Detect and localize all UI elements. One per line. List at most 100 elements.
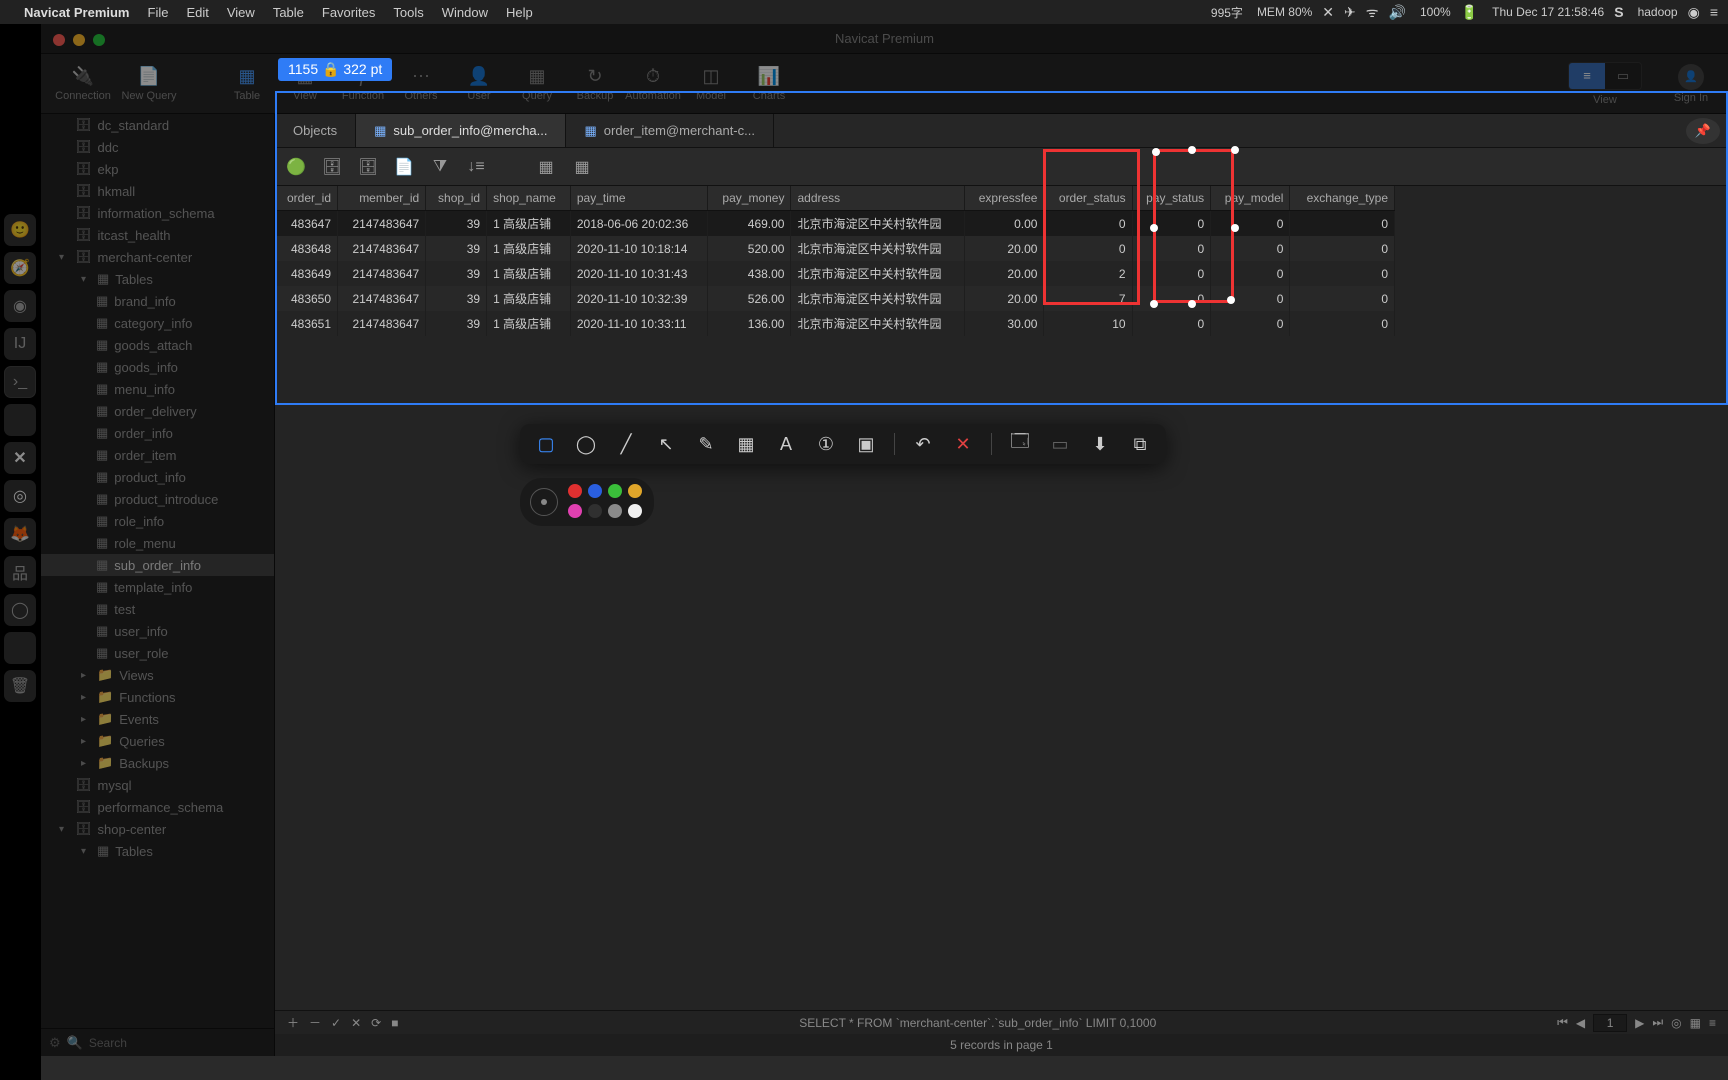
col-exchange_type[interactable]: exchange_type	[1290, 186, 1395, 211]
dock-trash[interactable]: 🗑	[4, 670, 36, 702]
cell-member_id[interactable]: 2147483647	[338, 311, 426, 336]
settings-icon[interactable]: ⚙	[49, 1035, 61, 1051]
dock-terminal[interactable]: ›_	[4, 366, 36, 398]
first-page-icon[interactable]: ⏮	[1557, 1015, 1568, 1030]
cell-address[interactable]: 北京市海淀区中关村软件园	[791, 311, 965, 336]
toolbar-backup[interactable]: ↻Backup	[569, 66, 621, 102]
view-list[interactable]: ≡	[1569, 63, 1605, 89]
dock-firefox[interactable]: 🦊	[4, 518, 36, 550]
cell-expressfee[interactable]: 20.00	[965, 236, 1044, 261]
toolbar-user[interactable]: 👤User	[453, 66, 505, 102]
sidebar-search[interactable]: ⚙ 🔍	[41, 1028, 274, 1056]
prev-page-icon[interactable]: ◀	[1576, 1016, 1585, 1030]
db-shop-center[interactable]: ▾🗄shop-center	[41, 818, 274, 840]
col-order_id[interactable]: order_id	[275, 186, 338, 211]
cell-order_id[interactable]: 483651	[275, 311, 338, 336]
db-itcast_health[interactable]: 🗄itcast_health	[41, 224, 274, 246]
cell-pay_model[interactable]: 0	[1211, 261, 1290, 286]
cell-exchange_type[interactable]: 0	[1290, 261, 1395, 286]
tool-pin-window[interactable]: 🗔	[1008, 432, 1032, 456]
table-role_info[interactable]: ▦role_info	[41, 510, 274, 532]
cell-expressfee[interactable]: 0.00	[965, 211, 1044, 237]
toolbar-model[interactable]: ◫Model	[685, 66, 737, 102]
tool-download[interactable]: ⬇	[1088, 432, 1112, 456]
app-name[interactable]: Navicat Premium	[24, 5, 130, 20]
cell-shop_id[interactable]: 39	[426, 236, 487, 261]
toolbar-automation[interactable]: ⏱Automation	[627, 66, 679, 102]
table-category_info[interactable]: ▦category_info	[41, 312, 274, 334]
cell-expressfee[interactable]: 20.00	[965, 286, 1044, 311]
cell-pay_money[interactable]: 469.00	[708, 211, 791, 237]
col-pay_status[interactable]: pay_status	[1132, 186, 1211, 211]
col-pay_time[interactable]: pay_time	[570, 186, 708, 211]
col-shop_name[interactable]: shop_name	[487, 186, 571, 211]
cell-expressfee[interactable]: 30.00	[965, 311, 1044, 336]
minimize-button[interactable]	[73, 34, 85, 46]
zoom-button[interactable]	[93, 34, 105, 46]
cell-exchange_type[interactable]: 0	[1290, 211, 1395, 237]
color-swatch[interactable]	[628, 484, 642, 498]
col-pay_model[interactable]: pay_model	[1211, 186, 1290, 211]
cell-order_status[interactable]: 2	[1044, 261, 1132, 286]
cell-pay_status[interactable]: 0	[1132, 311, 1211, 336]
toolbar-connection[interactable]: 🔌Connection	[53, 66, 113, 102]
color-swatch[interactable]	[628, 504, 642, 518]
tab-order-item[interactable]: ▦order_item@merchant-c...	[566, 114, 774, 147]
table-user_info[interactable]: ▦user_info	[41, 620, 274, 642]
table-row[interactable]: 4836502147483647391 高级店铺2020-11-10 10:32…	[275, 286, 1395, 311]
cell-shop_id[interactable]: 39	[426, 311, 487, 336]
filter-icon[interactable]: ⧩	[429, 156, 451, 178]
db-ddc[interactable]: 🗄ddc	[41, 136, 274, 158]
status-battery[interactable]: 100%	[1420, 5, 1451, 19]
menu-help[interactable]: Help	[506, 5, 533, 20]
cell-shop_id[interactable]: 39	[426, 286, 487, 311]
stop-icon[interactable]: ■	[391, 1016, 398, 1030]
cell-shop_id[interactable]: 39	[426, 261, 487, 286]
dock-intellij[interactable]: IJ	[4, 328, 36, 360]
view-segmented[interactable]: ≡ ▭	[1568, 62, 1642, 90]
next-page-icon[interactable]: ▶	[1635, 1016, 1644, 1030]
cell-order_id[interactable]: 483650	[275, 286, 338, 311]
db-mysql[interactable]: 🗄mysql	[41, 774, 274, 796]
folder-backups[interactable]: ▸📁Backups	[41, 752, 274, 774]
db-hkmall[interactable]: 🗄hkmall	[41, 180, 274, 202]
view-detail[interactable]: ▭	[1605, 63, 1641, 89]
apply-icon[interactable]: ✓	[331, 1016, 341, 1030]
cell-pay_status[interactable]: 0	[1132, 286, 1211, 311]
import-icon[interactable]: ▦	[535, 156, 557, 178]
cell-pay_money[interactable]: 526.00	[708, 286, 791, 311]
cell-pay_time[interactable]: 2020-11-10 10:18:14	[570, 236, 708, 261]
table-order_item[interactable]: ▦order_item	[41, 444, 274, 466]
table-product_introduce[interactable]: ▦product_introduce	[41, 488, 274, 510]
cell-exchange_type[interactable]: 0	[1290, 311, 1395, 336]
color-swatch[interactable]	[568, 484, 582, 498]
cell-order_status[interactable]: 7	[1044, 286, 1132, 311]
tool-text[interactable]: A	[774, 432, 798, 456]
tool-arrow[interactable]: ↖	[654, 432, 678, 456]
cell-pay_time[interactable]: 2020-11-10 10:31:43	[570, 261, 708, 286]
table-test[interactable]: ▦test	[41, 598, 274, 620]
cell-order_id[interactable]: 483647	[275, 211, 338, 237]
tool-undo[interactable]: ↶	[911, 432, 935, 456]
menu-view[interactable]: View	[227, 5, 255, 20]
table-order_info[interactable]: ▦order_info	[41, 422, 274, 444]
page-number[interactable]: 1	[1593, 1014, 1627, 1032]
cell-pay_money[interactable]: 520.00	[708, 236, 791, 261]
menu-window[interactable]: Window	[442, 5, 488, 20]
commit-icon[interactable]: 🗄	[321, 156, 343, 178]
status-user[interactable]: hadoop	[1638, 5, 1678, 19]
add-row-icon[interactable]: ＋	[287, 1014, 299, 1031]
color-swatch[interactable]	[608, 484, 622, 498]
cell-shop_id[interactable]: 39	[426, 211, 487, 237]
shop-tables[interactable]: ▾▦Tables	[41, 840, 274, 862]
cancel-icon[interactable]: ✕	[351, 1016, 361, 1030]
pin-button[interactable]: 📌	[1686, 118, 1720, 144]
table-goods_info[interactable]: ▦goods_info	[41, 356, 274, 378]
volume-icon[interactable]: 🔊	[1389, 4, 1406, 21]
db-dc_standard[interactable]: 🗄dc_standard	[41, 114, 274, 136]
refresh-icon[interactable]: ⟳	[371, 1016, 381, 1030]
cell-pay_model[interactable]: 0	[1211, 286, 1290, 311]
folder-functions[interactable]: ▸📁Functions	[41, 686, 274, 708]
siri-icon[interactable]: ◉	[1688, 4, 1700, 21]
tool-highlight[interactable]: ▣	[854, 432, 878, 456]
